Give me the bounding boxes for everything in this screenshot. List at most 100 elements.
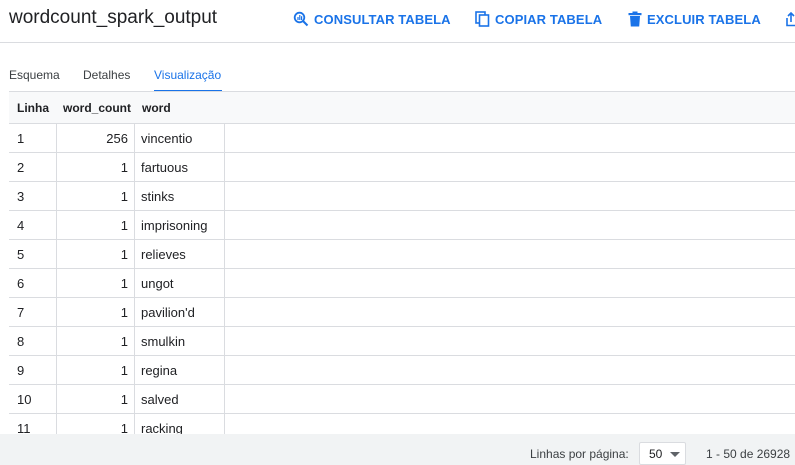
column-divider — [224, 298, 225, 327]
table-header: wordcount_spark_output CONSULTAR TABELA … — [0, 0, 795, 43]
cell-line-number: 10 — [17, 392, 32, 407]
table-row[interactable]: 9 1 regina — [9, 356, 795, 385]
cell-line-number: 11 — [17, 421, 31, 434]
tab-preview[interactable]: Visualização — [154, 68, 221, 82]
cell-line-number: 6 — [17, 276, 25, 291]
cell-word-count: 1 — [120, 421, 128, 434]
rows-per-page-label: Linhas por página: — [530, 447, 629, 461]
cell-line-number: 4 — [17, 218, 25, 233]
table-row[interactable]: 5 1 relieves — [9, 240, 795, 269]
cell-word: stinks — [141, 189, 175, 204]
pagination-footer: Linhas por página: 50 1 - 50 de 26928 — [0, 434, 795, 465]
column-divider — [56, 124, 57, 153]
cell-line-number: 2 — [17, 160, 25, 175]
table-row[interactable]: 10 1 salved — [9, 385, 795, 414]
column-divider — [56, 327, 57, 356]
query-table-label: CONSULTAR TABELA — [314, 11, 451, 27]
cell-line-number: 5 — [17, 247, 25, 262]
column-divider — [224, 356, 225, 385]
column-divider — [224, 240, 225, 269]
pagination-range: 1 - 50 de 26928 — [706, 447, 791, 461]
cell-word-count: 1 — [120, 189, 128, 204]
column-header-linha: Linha — [17, 101, 49, 115]
copy-table-button[interactable]: COPIAR TABELA — [475, 10, 602, 28]
column-divider — [56, 269, 57, 298]
cell-word-count: 1 — [120, 218, 128, 233]
query-table-button[interactable]: CONSULTAR TABELA — [293, 10, 451, 28]
cell-word-count: 256 — [106, 131, 128, 146]
rows-per-page-select[interactable]: 50 — [639, 442, 686, 465]
column-divider — [224, 124, 225, 153]
query-search-icon — [293, 11, 309, 27]
cell-word: racking — [141, 421, 183, 434]
column-divider — [224, 153, 225, 182]
table-row[interactable]: 1 256 vincentio — [9, 124, 795, 153]
column-divider — [134, 269, 135, 298]
tab-schema[interactable]: Esquema — [9, 68, 60, 82]
column-divider — [56, 153, 57, 182]
column-header-word: word — [142, 101, 171, 115]
column-divider — [56, 298, 57, 327]
column-divider — [134, 327, 135, 356]
cell-word: imprisoning — [141, 218, 208, 233]
cell-word-count: 1 — [120, 247, 128, 262]
table-row[interactable]: 7 1 pavilion'd — [9, 298, 795, 327]
cell-word: smulkin — [141, 334, 186, 349]
cell-word: fartuous — [141, 160, 188, 175]
column-divider — [224, 182, 225, 211]
column-divider — [224, 269, 225, 298]
cell-line-number: 9 — [17, 363, 25, 378]
cell-line-number: 3 — [17, 189, 25, 204]
cell-word: salved — [141, 392, 179, 407]
export-icon — [786, 11, 795, 27]
column-divider — [224, 414, 225, 434]
cell-line-number: 1 — [17, 131, 25, 146]
table-row[interactable]: 2 1 fartuous — [9, 153, 795, 182]
export-button[interactable] — [786, 10, 795, 28]
delete-table-button[interactable]: EXCLUIR TABELA — [628, 10, 761, 28]
column-header-word-count: word_count — [63, 101, 131, 115]
column-divider — [224, 211, 225, 240]
column-divider — [134, 356, 135, 385]
table-row[interactable]: 8 1 smulkin — [9, 327, 795, 356]
column-divider — [134, 385, 135, 414]
column-divider — [134, 298, 135, 327]
table-row[interactable]: 11 1 racking — [9, 414, 795, 434]
column-divider — [224, 327, 225, 356]
column-divider — [134, 182, 135, 211]
copy-icon — [475, 11, 490, 27]
table-row[interactable]: 4 1 imprisoning — [9, 211, 795, 240]
cell-word-count: 1 — [120, 334, 128, 349]
column-divider — [56, 414, 57, 434]
column-divider — [56, 211, 57, 240]
tab-details[interactable]: Detalhes — [83, 68, 130, 82]
tab-bar: Esquema Detalhes Visualização — [0, 62, 795, 92]
column-divider — [56, 182, 57, 211]
cell-word: vincentio — [141, 131, 193, 146]
cell-line-number: 7 — [17, 305, 25, 320]
cell-word-count: 1 — [120, 276, 128, 291]
column-divider — [56, 356, 57, 385]
dropdown-arrow-icon — [670, 452, 680, 457]
cell-word: pavilion'd — [141, 305, 195, 320]
cell-line-number: 8 — [17, 334, 25, 349]
column-divider — [134, 414, 135, 434]
table-row[interactable]: 6 1 ungot — [9, 269, 795, 298]
trash-icon — [628, 11, 642, 27]
cell-word: ungot — [141, 276, 174, 291]
cell-word: regina — [141, 363, 178, 378]
cell-word-count: 1 — [120, 305, 128, 320]
column-divider — [224, 385, 225, 414]
column-divider — [134, 240, 135, 269]
column-divider — [56, 240, 57, 269]
table-title: wordcount_spark_output — [9, 7, 218, 28]
column-divider — [134, 124, 135, 153]
column-divider — [134, 211, 135, 240]
cell-word: relieves — [141, 247, 186, 262]
table-row[interactable]: 3 1 stinks — [9, 182, 795, 211]
delete-table-label: EXCLUIR TABELA — [647, 11, 761, 27]
preview-table: Linha word_count word 1 256 vincentio 2 1 far… — [9, 91, 795, 434]
cell-word-count: 1 — [120, 160, 128, 175]
column-divider — [134, 153, 135, 182]
rows-per-page-value: 50 — [649, 447, 663, 461]
